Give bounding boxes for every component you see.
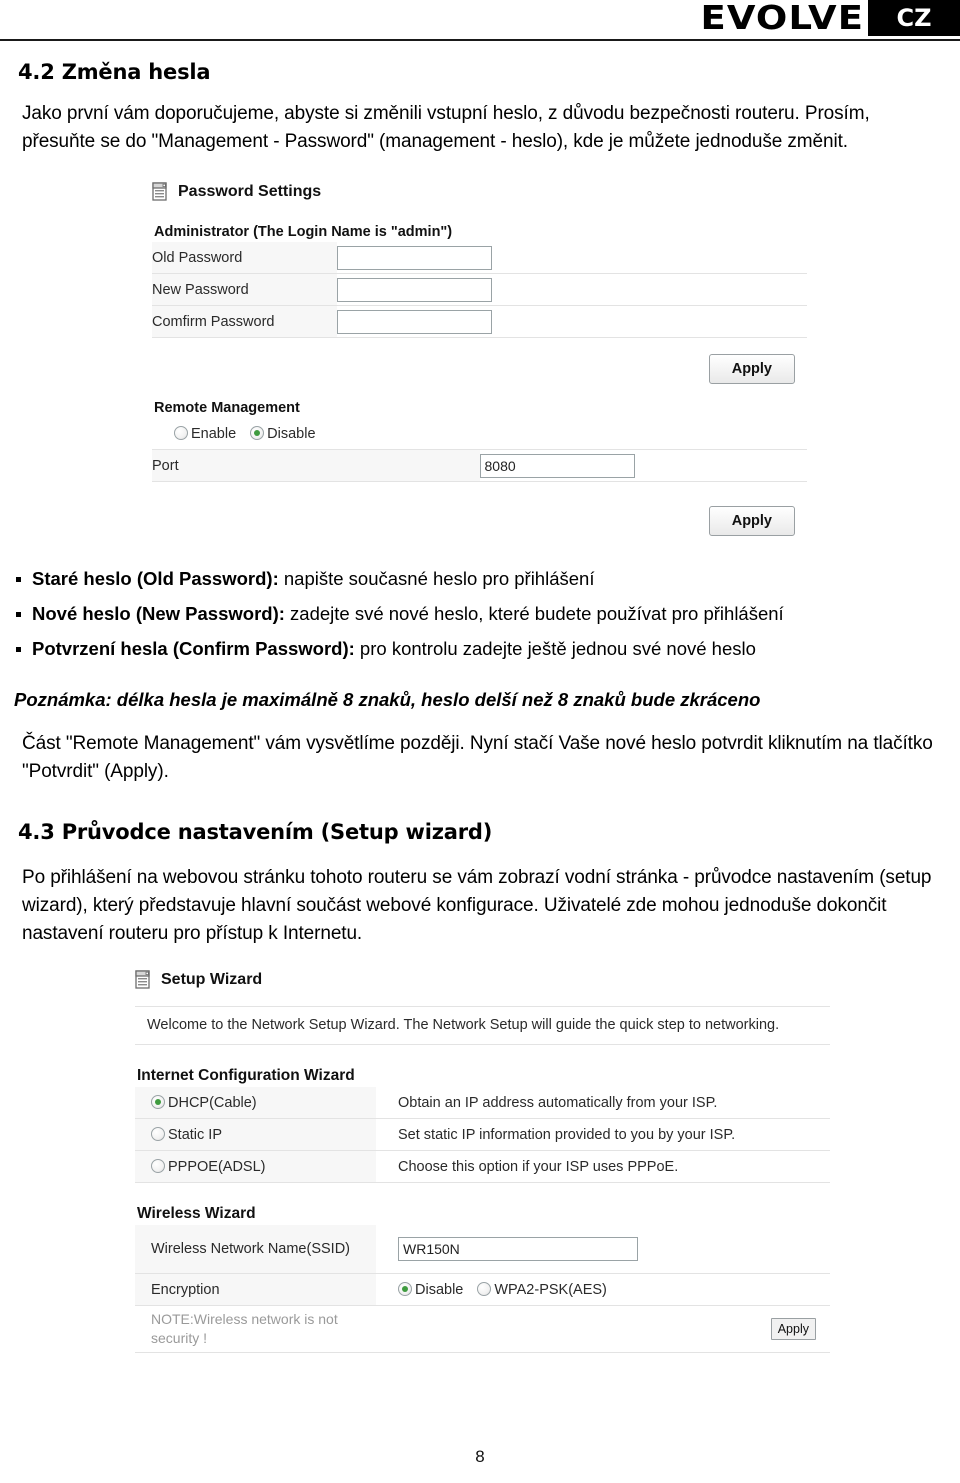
- apply-button-password[interactable]: Apply: [708, 354, 795, 384]
- port-input[interactable]: 8080: [479, 453, 635, 478]
- new-password-input[interactable]: [337, 277, 492, 302]
- cz-badge: CZ: [868, 0, 960, 36]
- encryption-label: Encryption: [135, 1273, 376, 1306]
- option-static-label[interactable]: Static IP: [168, 1127, 222, 1143]
- table-row: PPPOE(ADSL) Choose this option if your I…: [135, 1150, 830, 1183]
- evolve-logo: EVOLVE: [700, 0, 864, 37]
- remote-management-table: Enable Disable Port 8080: [152, 418, 807, 482]
- old-password-input[interactable]: [337, 245, 492, 270]
- confirm-password-cell: [337, 305, 807, 338]
- bullet-desc-1: napište současné heslo pro přihlášení: [278, 568, 595, 589]
- radio-disable-label[interactable]: Disable: [267, 426, 315, 442]
- wireless-apply-cell: Apply: [376, 1305, 830, 1353]
- internet-config-options-table: DHCP(Cable) Obtain an IP address automat…: [135, 1087, 830, 1183]
- wireless-security-note: NOTE:Wireless network is not security !: [151, 1311, 338, 1346]
- bullet-term-2: Nové heslo (New Password):: [32, 603, 285, 624]
- old-password-label: Old Password: [152, 242, 337, 274]
- list-item: Nové heslo (New Password): zadejte své n…: [12, 599, 960, 629]
- port-cell: 8080: [479, 449, 807, 482]
- encryption-disable-label[interactable]: Disable: [415, 1282, 463, 1298]
- radio-dhcp[interactable]: [151, 1094, 165, 1109]
- setup-wizard-screenshot: Setup Wizard Welcome to the Network Setu…: [135, 970, 830, 1353]
- option-static-description: Set static IP information provided to yo…: [376, 1118, 830, 1151]
- password-apply-row: Apply: [152, 338, 807, 398]
- password-field-bullets: Staré heslo (Old Password): napište souč…: [12, 564, 960, 664]
- encryption-cell: Disable WPA2-PSK(AES): [376, 1273, 830, 1306]
- internet-configuration-wizard-label: Internet Configuration Wizard: [137, 1067, 355, 1084]
- table-row: DHCP(Cable) Obtain an IP address automat…: [135, 1087, 830, 1119]
- table-row: Wireless Network Name(SSID) WR150N: [135, 1225, 830, 1274]
- option-pppoe-label[interactable]: PPPOE(ADSL): [168, 1159, 266, 1175]
- option-static-cell[interactable]: Static IP: [135, 1118, 376, 1151]
- table-row: NOTE:Wireless network is not security ! …: [135, 1305, 830, 1353]
- radio-encryption-wpa2[interactable]: [477, 1281, 492, 1296]
- remote-management-paragraph: Část "Remote Management" vám vysvětlíme …: [22, 733, 933, 782]
- table-row: Comfirm Password: [152, 305, 807, 338]
- option-dhcp-cell[interactable]: DHCP(Cable): [135, 1087, 376, 1119]
- remote-apply-row: Apply: [152, 482, 807, 550]
- option-dhcp-label[interactable]: DHCP(Cable): [168, 1095, 257, 1111]
- ssid-label: Wireless Network Name(SSID): [135, 1225, 376, 1274]
- port-label: Port: [152, 449, 480, 482]
- list-item: Potvrzení hesla (Confirm Password): pro …: [12, 634, 960, 664]
- ssid-input[interactable]: WR150N: [398, 1237, 638, 1261]
- page-title: 4.2 Změna hesla: [18, 60, 211, 84]
- wireless-wizard-table: Wireless Network Name(SSID) WR150N Encry…: [135, 1225, 830, 1353]
- wireless-wizard-label: Wireless Wizard: [137, 1205, 256, 1222]
- cz-badge-label: CZ: [896, 4, 932, 32]
- ssid-cell: WR150N: [376, 1225, 830, 1274]
- password-length-note: Poznámka: délka hesla je maximálně 8 zna…: [14, 689, 761, 710]
- setup-wizard-title: Setup Wizard: [161, 971, 263, 988]
- radio-disable[interactable]: [250, 425, 265, 440]
- password-fields-table: Old Password New Password Comfirm Passwo…: [152, 242, 807, 338]
- remote-management-label: Remote Management: [154, 400, 300, 416]
- table-row: New Password: [152, 273, 807, 306]
- table-row: Static IP Set static IP information prov…: [135, 1118, 830, 1151]
- security-note-cell: NOTE:Wireless network is not security !: [135, 1305, 376, 1353]
- table-row: Enable Disable: [152, 418, 807, 450]
- setup-wizard-title-row: Setup Wizard: [135, 970, 830, 990]
- option-pppoe-cell[interactable]: PPPOE(ADSL): [135, 1150, 376, 1183]
- remote-management-radio-cell: Enable Disable: [152, 418, 807, 450]
- table-row: Port 8080: [152, 449, 807, 482]
- radio-enable[interactable]: [174, 425, 188, 440]
- old-password-cell: [337, 242, 807, 274]
- password-settings-title-row: Password Settings: [152, 182, 807, 202]
- new-password-label: New Password: [152, 273, 337, 306]
- encryption-wpa2-label[interactable]: WPA2-PSK(AES): [494, 1282, 607, 1298]
- bullet-desc-2: zadejte své nové heslo, které budete pou…: [284, 603, 784, 624]
- section-43-paragraph: Po přihlášení na webovou stránku tohoto …: [22, 867, 932, 944]
- list-item: Staré heslo (Old Password): napište souč…: [12, 564, 960, 594]
- apply-button-wireless[interactable]: Apply: [770, 1318, 816, 1340]
- bullet-term-3: Potvrzení hesla (Confirm Password):: [32, 638, 355, 659]
- header-divider: [0, 39, 960, 41]
- section-43-heading: 4.3 Průvodce nastavením (Setup wizard): [18, 820, 493, 844]
- server-list-icon: [135, 970, 152, 990]
- intro-paragraph: Jako první vám doporučujeme, abyste si z…: [22, 103, 870, 152]
- radio-enable-label[interactable]: Enable: [191, 426, 236, 442]
- option-pppoe-description: Choose this option if your ISP uses PPPo…: [376, 1150, 830, 1183]
- password-settings-title: Password Settings: [178, 183, 322, 200]
- page-number: 8: [475, 1447, 485, 1466]
- radio-encryption-disable[interactable]: [398, 1281, 412, 1296]
- table-row: Old Password: [152, 242, 807, 274]
- apply-button-remote[interactable]: Apply: [708, 506, 795, 536]
- option-dhcp-description: Obtain an IP address automatically from …: [376, 1087, 830, 1119]
- administrator-label: Administrator (The Login Name is "admin"…: [154, 224, 453, 240]
- bullet-term-1: Staré heslo (Old Password):: [32, 568, 279, 589]
- table-row: Encryption Disable WPA2-PSK(AES): [135, 1273, 830, 1306]
- new-password-cell: [337, 273, 807, 306]
- radio-pppoe[interactable]: [151, 1158, 165, 1173]
- setup-wizard-welcome-text: Welcome to the Network Setup Wizard. The…: [135, 1006, 830, 1045]
- page-header: EVOLVE CZ: [0, 0, 960, 42]
- bullet-desc-3: pro kontrolu zadejte ještě jednou své no…: [354, 638, 756, 659]
- confirm-password-input[interactable]: [337, 309, 492, 334]
- confirm-password-label: Comfirm Password: [152, 305, 337, 338]
- document-content: 4.2 Změna hesla Jako první vám doporučuj…: [0, 42, 960, 1353]
- server-list-icon: [152, 182, 169, 202]
- radio-static-ip[interactable]: [151, 1126, 165, 1141]
- password-settings-screenshot: Password Settings Administrator (The Log…: [152, 182, 807, 550]
